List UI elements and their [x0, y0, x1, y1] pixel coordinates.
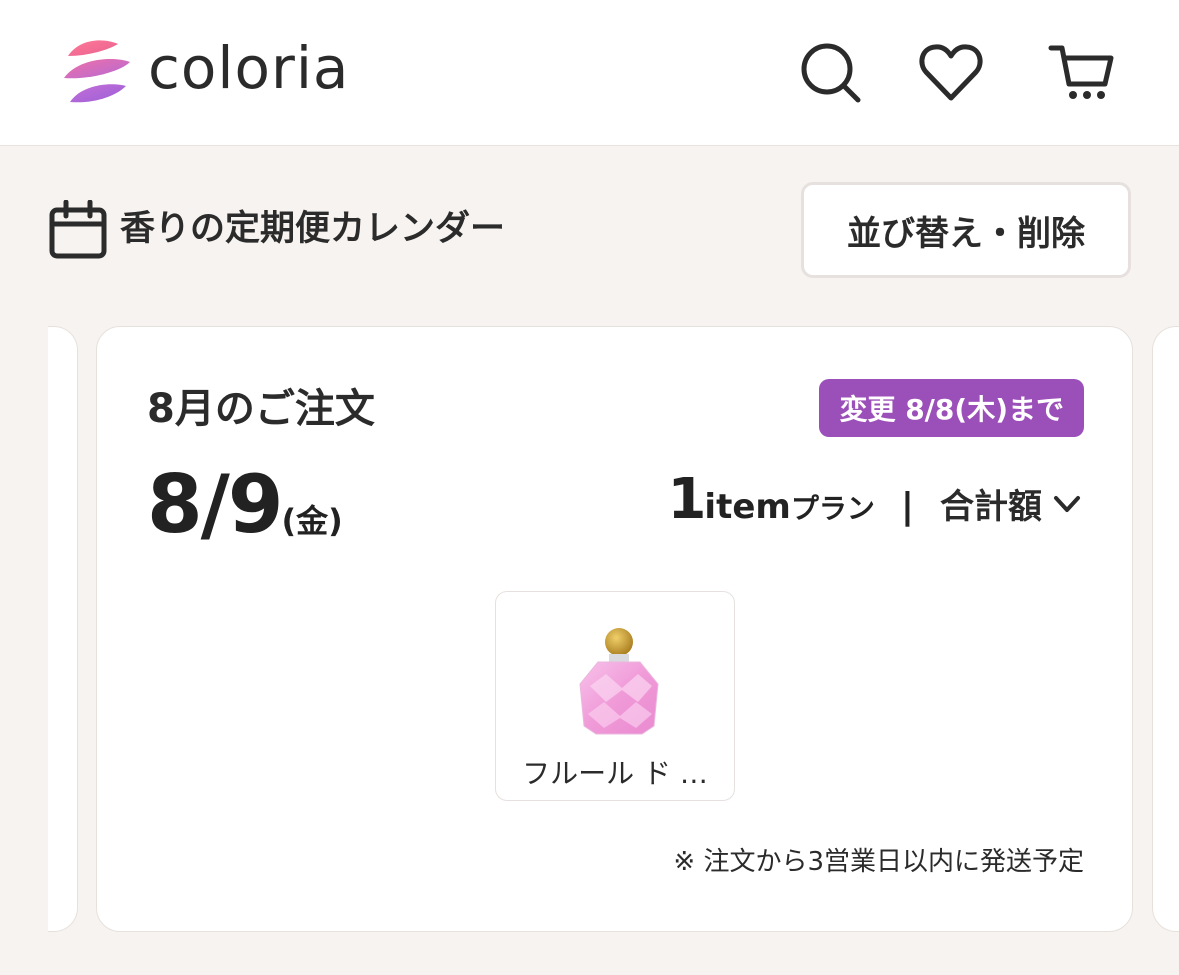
logo[interactable]: coloria	[58, 34, 349, 110]
cart-icon	[1048, 45, 1114, 99]
product-tile[interactable]: フルール ド …	[495, 591, 735, 801]
total-amount-toggle[interactable]: 合計額	[940, 479, 1084, 528]
plan-label: プラン	[790, 492, 875, 525]
order-date: 8/9(金)	[147, 457, 343, 569]
order-month-title: 8月のご注文	[147, 386, 375, 432]
product-name: フルール ド …	[522, 757, 708, 790]
logo-text: coloria	[148, 34, 350, 102]
order-date-value: 8/9	[147, 458, 284, 551]
change-deadline-badge: 変更 8/8(木)まで	[819, 379, 1084, 437]
sort-delete-button[interactable]: 並び替え・削除	[801, 182, 1131, 278]
section-title: 香りの定期便カレンダー	[120, 209, 506, 249]
cart-button[interactable]	[1046, 38, 1116, 108]
app-header: coloria	[0, 0, 1179, 146]
calendar-icon	[49, 200, 107, 259]
total-label: 合計額	[940, 487, 1042, 527]
order-day-of-week: (金)	[281, 502, 343, 540]
order-card: 8月のご注文 変更 8/8(木)まで 8/9(金) 1 item プラン | 合…	[96, 326, 1133, 932]
shipping-note: ※ 注文から3営業日以内に発送予定	[673, 847, 1084, 877]
search-icon	[801, 43, 861, 103]
plan-count: 1	[667, 467, 706, 532]
plan-summary: 1 item プラン | 合計額	[667, 467, 1084, 532]
chevron-down-icon	[1054, 495, 1080, 512]
search-button[interactable]	[796, 38, 866, 108]
coloria-logo-mark-icon	[64, 40, 130, 103]
calendar-section-header: 香りの定期便カレンダー 並び替え・削除	[48, 180, 1131, 280]
favorites-button[interactable]	[916, 38, 986, 108]
plan-separator: |	[900, 486, 914, 527]
plan-item-unit: item	[704, 487, 791, 527]
heart-icon	[919, 44, 983, 101]
perfume-bottle-icon	[579, 628, 659, 735]
carousel-left-edge	[0, 326, 48, 932]
next-order-card[interactable]	[1152, 326, 1179, 932]
